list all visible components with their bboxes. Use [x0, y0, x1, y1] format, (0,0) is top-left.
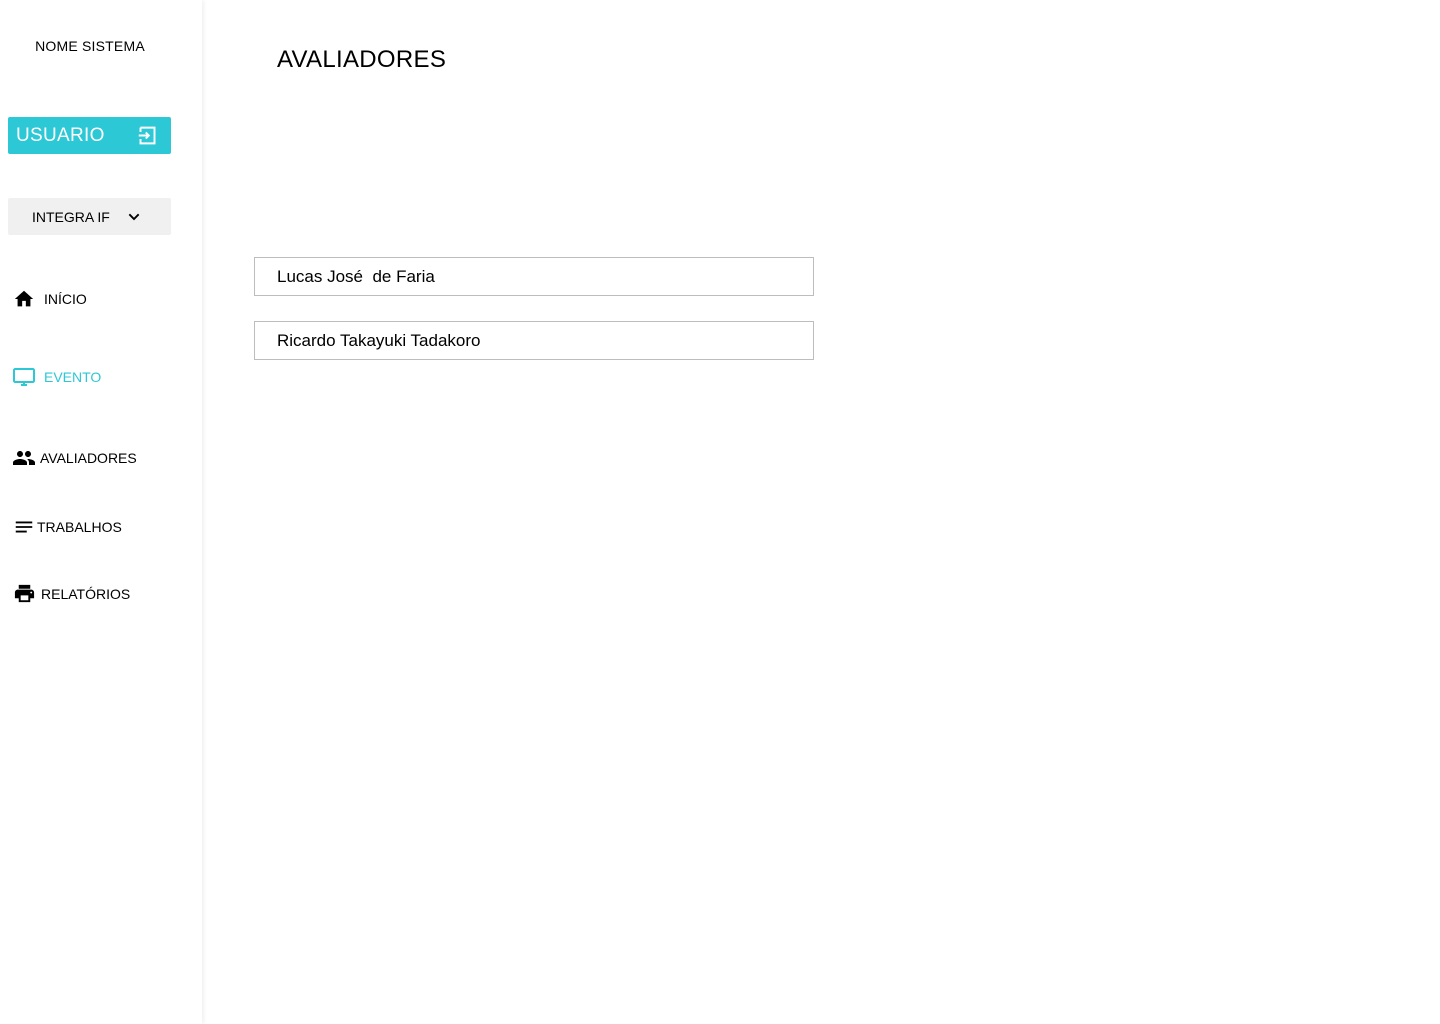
event-select[interactable]: INTEGRA IF: [8, 198, 171, 235]
user-button-label: USUARIO: [16, 124, 105, 146]
sidebar-item-evento[interactable]: EVENTO: [12, 365, 101, 389]
logout-icon: [137, 125, 158, 146]
sidebar-item-avaliadores[interactable]: AVALIADORES: [12, 446, 137, 470]
evaluator-item[interactable]: Lucas José de Faria: [254, 257, 814, 296]
sidebar-item-label: EVENTO: [44, 369, 102, 385]
lines-icon: [12, 516, 36, 538]
sidebar-item-relatorios[interactable]: RELATÓRIOS: [12, 582, 130, 605]
event-select-value: INTEGRA IF: [32, 208, 110, 225]
sidebar-item-label: INÍCIO: [44, 291, 87, 307]
sidebar-item-inicio[interactable]: INÍCIO: [12, 288, 87, 310]
sidebar-item-label: TRABALHOS: [37, 519, 122, 535]
sidebar-item-label: RELATÓRIOS: [41, 585, 131, 602]
printer-icon: [12, 582, 36, 605]
sidebar-item-label: AVALIADORES: [40, 450, 137, 466]
chevron-down-icon: [126, 209, 142, 225]
evaluator-name: Lucas José de Faria: [277, 266, 435, 286]
sidebar: NOME SISTEMA USUARIO INTEGRA IF INÍCIO E…: [0, 0, 202, 1024]
system-name: NOME SISTEMA: [35, 38, 145, 54]
page-title: AVALIADORES: [277, 46, 447, 73]
evaluator-item[interactable]: Ricardo Takayuki Tadakoro: [254, 321, 814, 360]
home-icon: [12, 288, 36, 310]
sidebar-item-trabalhos[interactable]: TRABALHOS: [12, 516, 122, 538]
monitor-icon: [12, 365, 36, 389]
people-icon: [12, 446, 36, 470]
user-button[interactable]: USUARIO: [8, 117, 171, 154]
evaluator-name: Ricardo Takayuki Tadakoro: [277, 330, 481, 350]
